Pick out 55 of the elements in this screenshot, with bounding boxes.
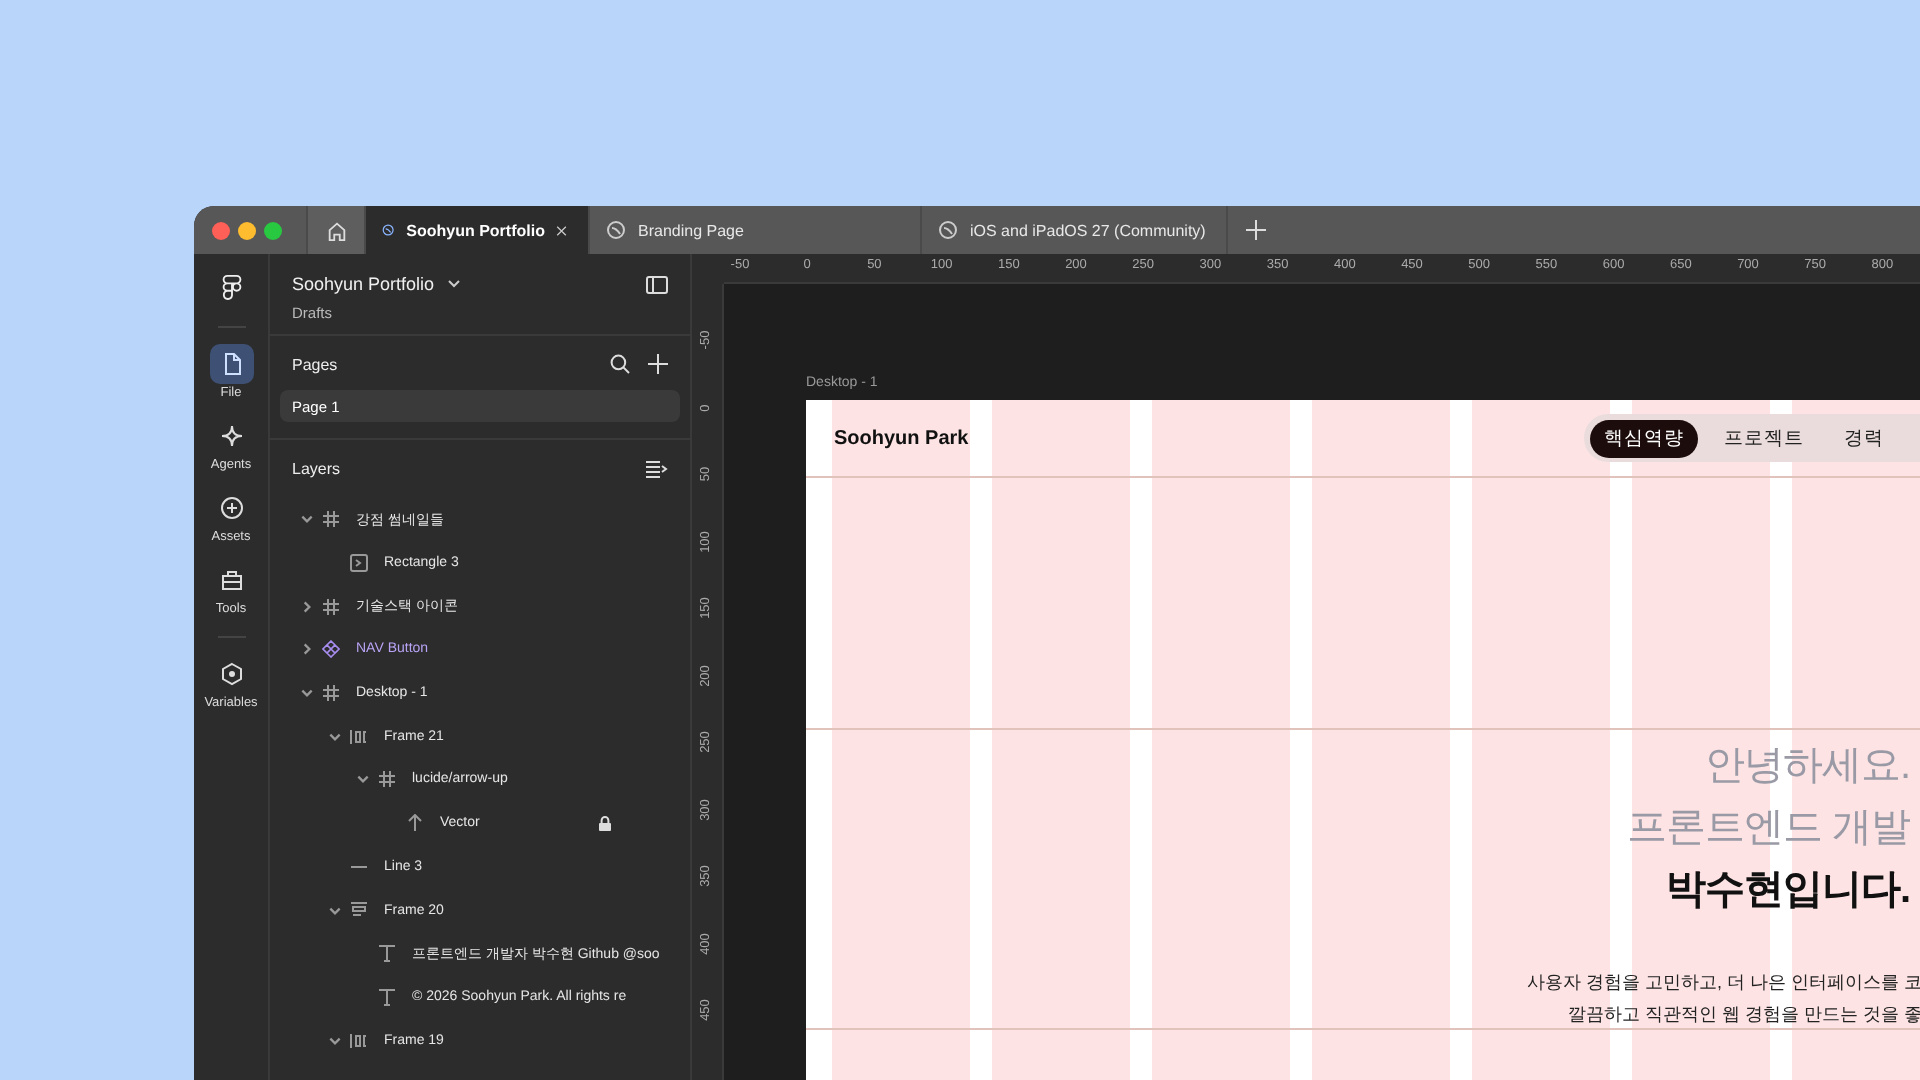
close-window-dot[interactable] bbox=[212, 221, 230, 239]
chevron-down-icon[interactable] bbox=[300, 686, 314, 701]
add-page-icon[interactable] bbox=[648, 354, 668, 374]
nav-item[interactable]: 핵심역량 bbox=[1590, 419, 1698, 457]
nav-item[interactable]: 경력 bbox=[1830, 419, 1898, 457]
sidebar-toggle-icon[interactable] bbox=[646, 275, 668, 293]
columns-icon bbox=[350, 727, 368, 746]
frame-icon bbox=[322, 510, 340, 529]
chevron-right-icon[interactable] bbox=[300, 599, 314, 614]
minimize-window-dot[interactable] bbox=[238, 221, 256, 239]
chevron-down-icon[interactable] bbox=[328, 1033, 342, 1048]
arrow-up-icon bbox=[406, 814, 424, 833]
sparkle-icon bbox=[219, 424, 243, 448]
home-icon bbox=[325, 219, 347, 241]
section-title: Layers bbox=[292, 459, 341, 477]
leaf-icon bbox=[938, 220, 958, 240]
text-icon bbox=[378, 987, 396, 1006]
leaf-icon bbox=[382, 220, 395, 240]
new-tab-icon[interactable] bbox=[1245, 220, 1266, 240]
component-icon bbox=[322, 640, 340, 659]
rows-icon bbox=[350, 901, 368, 920]
hero-heading-line: 안녕하세요. bbox=[1704, 742, 1910, 792]
chevron-down-icon[interactable] bbox=[328, 729, 342, 744]
hero-heading-line: 프론트엔드 개발 bbox=[1626, 804, 1910, 854]
logo-icon[interactable] bbox=[221, 274, 241, 302]
plus-circle-icon bbox=[219, 496, 243, 520]
toolbox-icon bbox=[219, 568, 243, 592]
chevron-down-icon[interactable] bbox=[328, 903, 342, 918]
columns-icon bbox=[350, 1031, 368, 1050]
home-button[interactable] bbox=[306, 206, 366, 254]
tab-icon-box[interactable] bbox=[209, 344, 253, 384]
lock-icon[interactable] bbox=[598, 815, 612, 832]
maximize-window-dot[interactable] bbox=[264, 221, 282, 239]
list-options-icon[interactable] bbox=[646, 459, 668, 477]
close-icon[interactable] bbox=[556, 221, 568, 239]
brand-name: Soohyun Park bbox=[834, 427, 969, 449]
leaf-icon bbox=[606, 220, 626, 240]
file-name[interactable]: Soohyun Portfolio bbox=[292, 274, 435, 294]
text-icon bbox=[378, 944, 396, 963]
document-tab[interactable]: Soohyun Portfolio bbox=[366, 206, 590, 254]
chevron-down-icon[interactable] bbox=[300, 512, 314, 527]
hero-heading-line: 박수현입니다. bbox=[1665, 866, 1910, 916]
caret-icon[interactable] bbox=[448, 280, 461, 288]
file-icon bbox=[219, 352, 243, 376]
section-title: Pages bbox=[292, 355, 338, 373]
nav-item[interactable]: 프로젝트 bbox=[1710, 419, 1818, 457]
chevron-right-icon[interactable] bbox=[300, 642, 314, 657]
frame-icon bbox=[322, 684, 340, 703]
frame-icon bbox=[378, 770, 396, 789]
intro-text-line: 사용자 경험을 고민하고, 더 나은 인터페이스를 코 bbox=[1526, 970, 1920, 996]
chevron-down-icon[interactable] bbox=[356, 772, 370, 787]
frame-icon bbox=[322, 597, 340, 616]
search-icon[interactable] bbox=[610, 354, 630, 374]
hexagon-icon bbox=[219, 662, 243, 686]
intro-text-line: 깔끔하고 직관적인 웹 경험을 만드는 것을 좋 bbox=[1567, 1002, 1920, 1028]
